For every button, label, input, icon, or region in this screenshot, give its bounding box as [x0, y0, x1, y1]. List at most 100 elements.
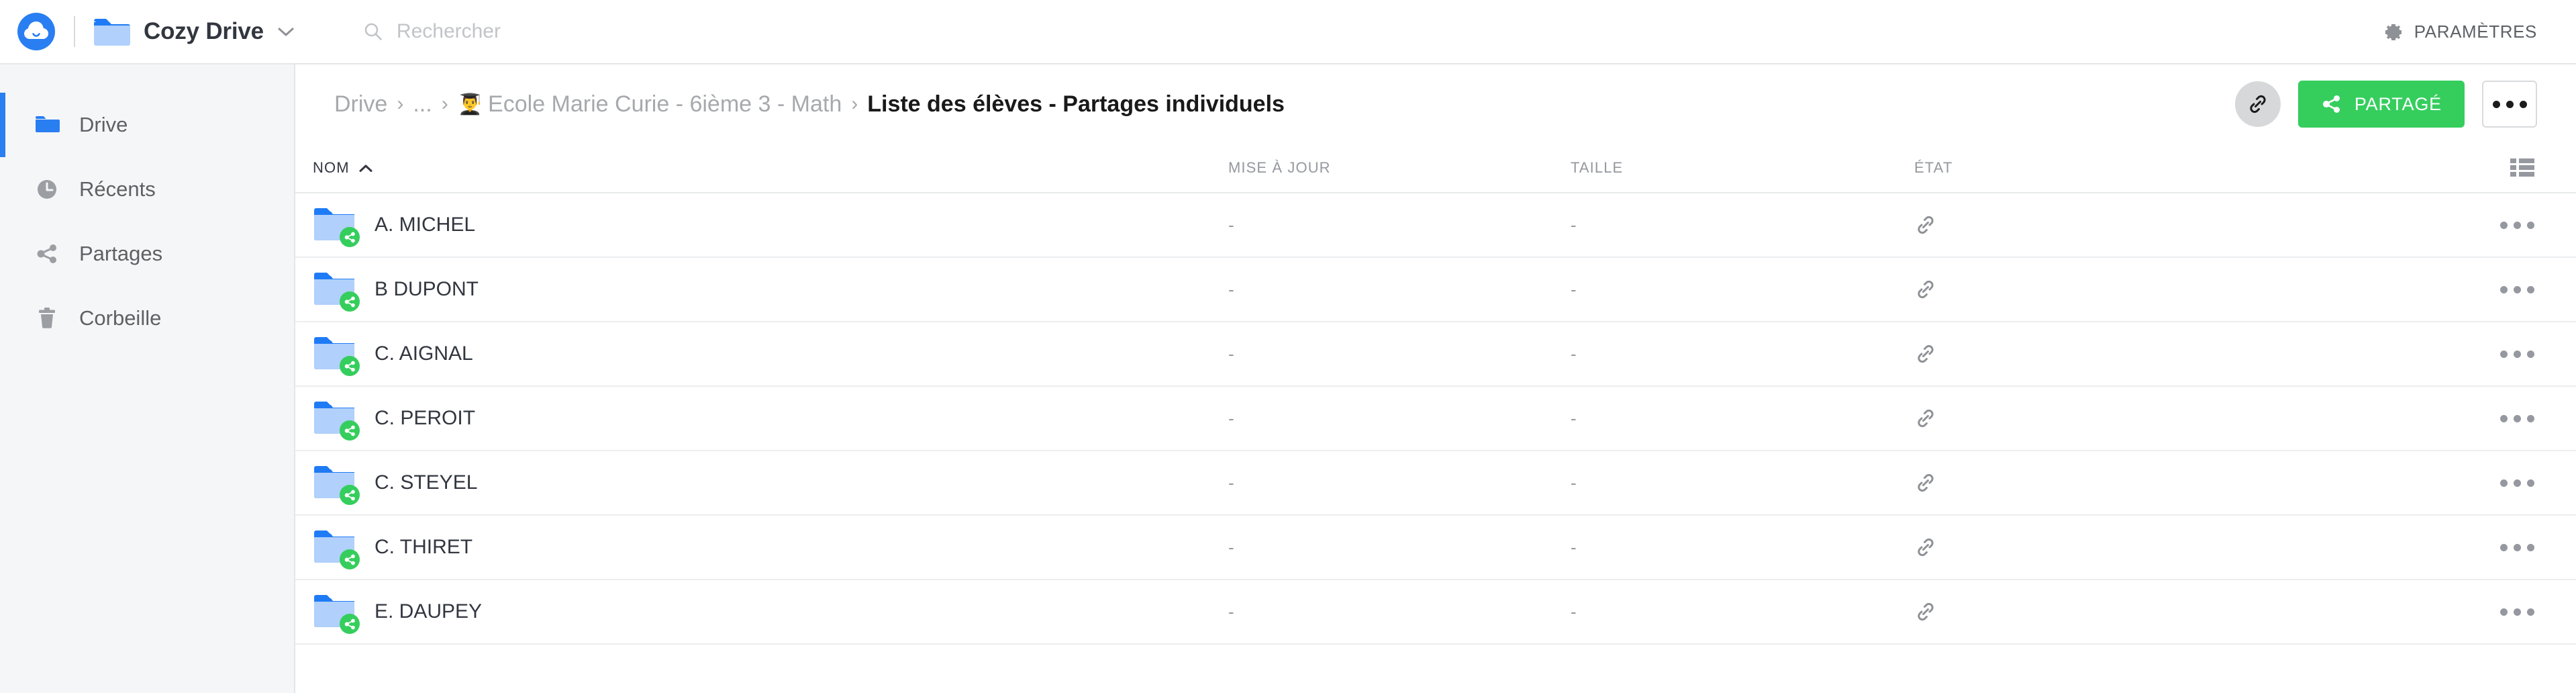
- more-horizontal-icon[interactable]: [2500, 350, 2534, 358]
- sidebar-item-label: Récents: [79, 177, 156, 201]
- breadcrumb-separator: ›: [397, 93, 404, 115]
- cozy-cloud-logo-icon[interactable]: [17, 13, 55, 50]
- column-header-name[interactable]: NOM: [295, 159, 1228, 177]
- search-icon: [364, 23, 382, 40]
- link-icon[interactable]: [1914, 214, 1937, 236]
- column-header-state[interactable]: ÉTAT: [1914, 159, 2384, 177]
- more-horizontal-icon[interactable]: [2500, 285, 2534, 293]
- more-horizontal-icon[interactable]: [2500, 221, 2534, 229]
- breadcrumb-item-ellipsis[interactable]: ...: [413, 91, 432, 118]
- breadcrumb-item-folder[interactable]: Ecole Marie Curie - 6ième 3 - Math: [488, 91, 842, 118]
- search-bar[interactable]: [363, 20, 2383, 43]
- shared-badge-icon: [340, 356, 360, 376]
- share-button[interactable]: PARTAGÉ: [2297, 81, 2465, 128]
- row-actions-cell[interactable]: [2384, 414, 2576, 422]
- column-header-state-label: ÉTAT: [1914, 159, 1953, 176]
- table-body: A. MICHEL - - B DUPONT - - C. AIGNAL - -…: [295, 193, 2576, 645]
- row-actions-cell[interactable]: [2384, 350, 2576, 358]
- row-name-label: C. PEROIT: [375, 407, 476, 429]
- row-updated-value: -: [1228, 279, 1234, 299]
- row-name-label: C. STEYEL: [375, 471, 478, 494]
- share-icon: [344, 296, 355, 307]
- active-indicator: [0, 222, 5, 286]
- row-updated-value: -: [1228, 214, 1234, 235]
- table-row[interactable]: C. THIRET - -: [295, 516, 2576, 580]
- row-actions-cell[interactable]: [2384, 543, 2576, 551]
- more-horizontal-icon[interactable]: [2500, 543, 2534, 551]
- more-actions-button[interactable]: [2482, 81, 2537, 128]
- table-row[interactable]: C. STEYEL - -: [295, 451, 2576, 516]
- main-content: Drive › ... › 👨‍🎓 Ecole Marie Curie - 6i…: [295, 64, 2576, 693]
- column-header-size-label: TAILLE: [1571, 159, 1624, 176]
- table-row[interactable]: C. PEROIT - -: [295, 387, 2576, 451]
- column-header-updated[interactable]: MISE À JOUR: [1228, 159, 1571, 177]
- more-horizontal-icon[interactable]: [2500, 479, 2534, 487]
- breadcrumb: Drive › ... › 👨‍🎓 Ecole Marie Curie - 6i…: [334, 91, 2235, 118]
- shared-badge-icon: [340, 420, 360, 441]
- table-row[interactable]: C. AIGNAL - -: [295, 322, 2576, 387]
- row-name-label: C. AIGNAL: [375, 342, 473, 365]
- more-horizontal-icon[interactable]: [2500, 414, 2534, 422]
- row-state-cell: [1914, 536, 2384, 559]
- content-toolbar: Drive › ... › 👨‍🎓 Ecole Marie Curie - 6i…: [295, 64, 2576, 144]
- caret-up-icon: [359, 165, 373, 172]
- sidebar-item-drive[interactable]: Drive: [0, 93, 294, 157]
- sidebar-item-label: Partages: [79, 242, 163, 265]
- row-state-cell: [1914, 407, 2384, 430]
- link-icon[interactable]: [1914, 278, 1937, 301]
- link-icon: [2250, 95, 2266, 113]
- active-indicator: [0, 286, 5, 351]
- chevron-down-icon[interactable]: [277, 26, 295, 37]
- link-icon[interactable]: [1914, 600, 1937, 623]
- column-header-size[interactable]: TAILLE: [1571, 159, 1914, 177]
- search-input[interactable]: [396, 20, 853, 43]
- folder-shared-icon: [313, 593, 360, 634]
- row-size-value: -: [1571, 472, 1577, 493]
- row-updated-value: -: [1228, 343, 1234, 364]
- row-state-cell: [1914, 342, 2384, 365]
- row-size-value: -: [1571, 343, 1577, 364]
- share-button-label: PARTAGÉ: [2354, 93, 2442, 114]
- link-icon[interactable]: [1914, 342, 1937, 365]
- row-state-cell: [1914, 214, 2384, 236]
- column-header-updated-label: MISE À JOUR: [1228, 159, 1331, 176]
- sidebar-item-shares[interactable]: Partages: [0, 222, 294, 286]
- row-updated-value: -: [1228, 601, 1234, 622]
- toolbar-actions: PARTAGÉ: [2234, 81, 2537, 128]
- row-actions-cell[interactable]: [2384, 221, 2576, 229]
- share-icon: [344, 232, 355, 242]
- row-actions-cell[interactable]: [2384, 479, 2576, 487]
- page-title: Liste des élèves - Partages individuels: [867, 91, 1285, 117]
- copy-link-button[interactable]: [2234, 81, 2281, 127]
- row-actions-cell[interactable]: [2384, 285, 2576, 293]
- share-icon: [344, 554, 355, 565]
- row-size-cell: -: [1571, 344, 1914, 365]
- row-name-label: B DUPONT: [375, 278, 479, 300]
- app-switcher[interactable]: Cozy Drive: [93, 16, 295, 47]
- topbar-divider: [74, 16, 75, 47]
- settings-button[interactable]: PARAMÈTRES: [2383, 21, 2537, 42]
- link-icon[interactable]: [1914, 407, 1937, 430]
- link-icon[interactable]: [1914, 536, 1937, 559]
- breadcrumb-item-drive[interactable]: Drive: [334, 91, 387, 118]
- body: Drive Récents Partages Corbeille Drive ›…: [0, 64, 2576, 693]
- folder-shared-icon: [313, 271, 360, 312]
- table-row[interactable]: B DUPONT - -: [295, 258, 2576, 322]
- trash-icon: [39, 308, 55, 328]
- table-row[interactable]: A. MICHEL - -: [295, 193, 2576, 258]
- more-horizontal-icon[interactable]: [2500, 608, 2534, 616]
- table-row[interactable]: E. DAUPEY - -: [295, 580, 2576, 645]
- row-state-cell: [1914, 471, 2384, 494]
- column-header-name-label: NOM: [313, 159, 350, 176]
- folder-shared-icon: [313, 400, 360, 441]
- list-view-icon[interactable]: [2510, 158, 2534, 178]
- row-updated-cell: -: [1228, 408, 1571, 429]
- row-size-cell: -: [1571, 537, 1914, 558]
- gear-icon: [2385, 24, 2401, 40]
- link-icon[interactable]: [1914, 471, 1937, 494]
- sidebar-item-recents[interactable]: Récents: [0, 157, 294, 222]
- row-actions-cell[interactable]: [2384, 608, 2576, 616]
- row-updated-cell: -: [1228, 279, 1571, 300]
- row-name-cell: C. PEROIT: [295, 400, 1228, 441]
- sidebar-item-trash[interactable]: Corbeille: [0, 286, 294, 351]
